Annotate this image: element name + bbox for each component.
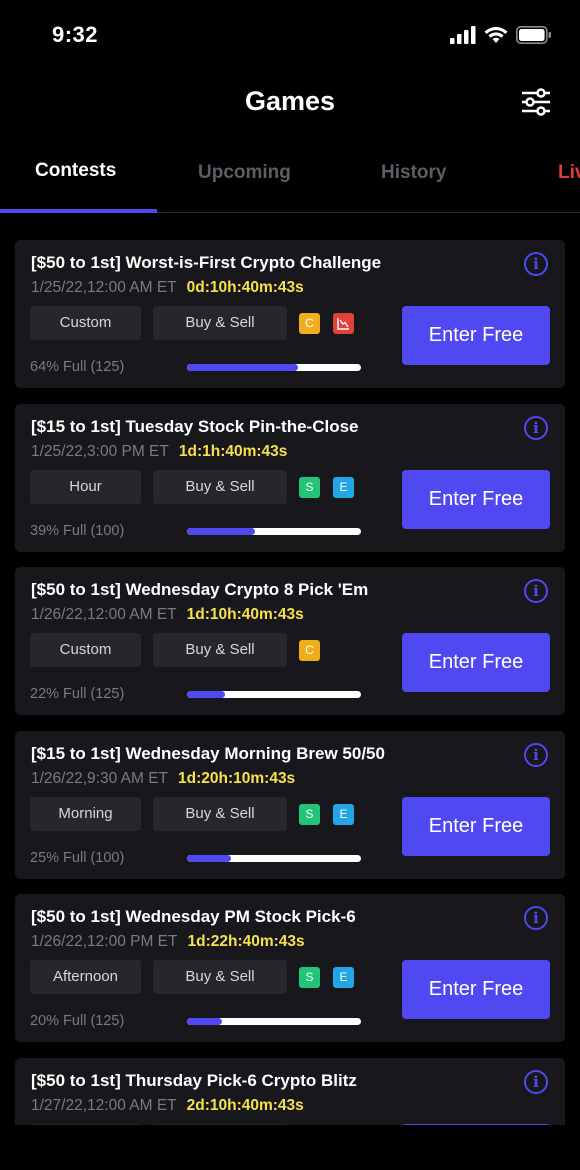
contest-date-text: 1/26/22,12:00 PM ET (31, 933, 178, 950)
contest-title: [$15 to 1st] Wednesday Morning Brew 50/5… (31, 743, 385, 763)
contest-countdown: 0d:10h:40m:43s (186, 279, 304, 296)
info-icon[interactable]: i (524, 579, 548, 603)
fill-status: 20% Full (125) (30, 1013, 125, 1029)
contest-date: 1/26/22,12:00 AM ET 1d:10h:40m:43s (31, 606, 304, 624)
enter-free-button[interactable]: Enter Free (402, 633, 550, 692)
info-icon[interactable]: i (524, 1069, 548, 1094)
phone-screen: 9:32 Games Contests Upcoming History Li … (0, 0, 580, 1170)
mode-chip: Morning (30, 796, 141, 831)
fill-progress (187, 1018, 222, 1025)
contest-date-text: 1/27/22,12:00 AM ET (31, 1096, 177, 1114)
tab-upcoming[interactable]: Upcoming (198, 162, 291, 184)
header: Games (0, 82, 580, 126)
fill-status: 22% Full (125) (30, 686, 125, 702)
type-chip: Buy & Sell (153, 633, 287, 667)
mode-chip: Hour (30, 469, 141, 504)
filter-sliders-icon[interactable] (520, 86, 552, 118)
contest-card[interactable]: [$15 to 1st] Tuesday Stock Pin-the-Close… (15, 403, 565, 552)
fill-progress (187, 527, 255, 535)
crypto-badge: C (299, 640, 320, 661)
mode-chip: Afternoon (30, 960, 141, 994)
enter-free-button[interactable]: Enter Free (402, 796, 550, 856)
contest-card[interactable]: [$50 to 1st] Wednesday Crypto 8 Pick 'Em… (15, 567, 565, 715)
signal-icon (450, 26, 476, 44)
crypto-badge: C (299, 313, 320, 334)
contest-date-text: 1/26/22,9:30 AM ET (31, 769, 169, 787)
fill-status: 25% Full (100) (30, 849, 125, 866)
contest-card[interactable]: [$50 to 1st] Worst-is-First Crypto Chall… (15, 240, 565, 388)
info-icon[interactable]: i (524, 906, 548, 930)
fill-progress-bar (187, 527, 361, 535)
info-icon[interactable]: i (524, 415, 548, 440)
contest-card[interactable]: [$15 to 1st] Wednesday Morning Brew 50/5… (15, 730, 565, 879)
info-icon[interactable]: i (524, 742, 548, 767)
enter-free-button[interactable]: Enter Free (402, 960, 550, 1019)
contest-title: [$50 to 1st] Wednesday Crypto 8 Pick 'Em (31, 580, 369, 599)
type-chip: Buy & Sell (153, 960, 287, 994)
status-icons (450, 26, 552, 44)
contest-countdown: 1d:10h:40m:43s (186, 606, 304, 623)
stock-badge: S (299, 476, 320, 498)
contest-date-text: 1/25/22,3:00 PM ET (31, 442, 169, 460)
tab-history[interactable]: History (381, 162, 446, 184)
stock-badge: S (299, 967, 320, 988)
fill-progress (187, 854, 231, 862)
contest-title: [$50 to 1st] Thursday Pick-6 Crypto Blit… (31, 1070, 357, 1090)
fill-progress (187, 691, 226, 698)
enter-free-button[interactable]: Enter Free (402, 306, 550, 365)
contest-date: 1/26/22,9:30 AM ET 1d:20h:10m:43s (31, 770, 295, 788)
contest-date-text: 1/25/22,12:00 AM ET (31, 279, 177, 296)
contest-title: [$50 to 1st] Worst-is-First Crypto Chall… (31, 253, 382, 272)
tab-contests[interactable]: Contests (35, 160, 116, 182)
etf-badge: E (333, 967, 354, 988)
enter-free-button[interactable]: Enter Free (402, 469, 550, 529)
contest-list: [$50 to 1st] Worst-is-First Crypto Chall… (15, 240, 565, 1170)
contest-date: 1/26/22,12:00 PM ET 1d:22h:40m:43s (31, 933, 305, 951)
mode-chip: Custom (30, 306, 141, 340)
contest-countdown: 1d:22h:40m:43s (187, 933, 305, 950)
active-tab-indicator (0, 209, 157, 213)
fill-progress-bar (187, 854, 361, 862)
contest-date-text: 1/26/22,12:00 AM ET (31, 606, 177, 623)
contest-date: 1/27/22,12:00 AM ET 2d:10h:40m:43s (31, 1097, 304, 1115)
stock-badge: S (299, 803, 320, 825)
etf-badge: E (333, 803, 354, 825)
mode-chip: Custom (30, 633, 141, 667)
bottom-bar (0, 1125, 580, 1170)
wifi-icon (484, 26, 508, 43)
fill-progress-bar (187, 691, 361, 698)
fill-progress-bar (187, 364, 361, 371)
fill-progress (187, 364, 299, 371)
chart-down-icon (333, 313, 354, 334)
status-time: 9:32 (52, 22, 99, 47)
contest-card[interactable]: [$50 to 1st] Wednesday PM Stock Pick-6 1… (15, 894, 565, 1042)
status-bar: 9:32 (0, 0, 580, 70)
fill-status: 64% Full (125) (30, 359, 125, 375)
tab-live[interactable]: Live (558, 162, 580, 184)
contest-title: [$50 to 1st] Wednesday PM Stock Pick-6 (31, 907, 356, 926)
battery-icon (516, 26, 551, 44)
contest-title: [$15 to 1st] Tuesday Stock Pin-the-Close (31, 416, 359, 436)
etf-badge: E (333, 476, 354, 498)
type-chip: Buy & Sell (153, 306, 287, 340)
info-icon[interactable]: i (524, 252, 548, 276)
type-chip: Buy & Sell (153, 469, 287, 504)
contest-countdown: 1d:1h:40m:43s (178, 442, 288, 460)
tab-bar: Contests Upcoming History Live (0, 150, 580, 213)
fill-status: 39% Full (100) (30, 522, 125, 539)
page-title: Games (244, 86, 336, 116)
contest-countdown: 2d:10h:40m:43s (186, 1096, 304, 1114)
contest-countdown: 1d:20h:10m:43s (178, 769, 296, 787)
type-chip: Buy & Sell (153, 796, 287, 831)
contest-date: 1/25/22,3:00 PM ET 1d:1h:40m:43s (31, 443, 287, 461)
fill-progress-bar (187, 1018, 361, 1025)
contest-date: 1/25/22,12:00 AM ET 0d:10h:40m:43s (31, 279, 304, 297)
